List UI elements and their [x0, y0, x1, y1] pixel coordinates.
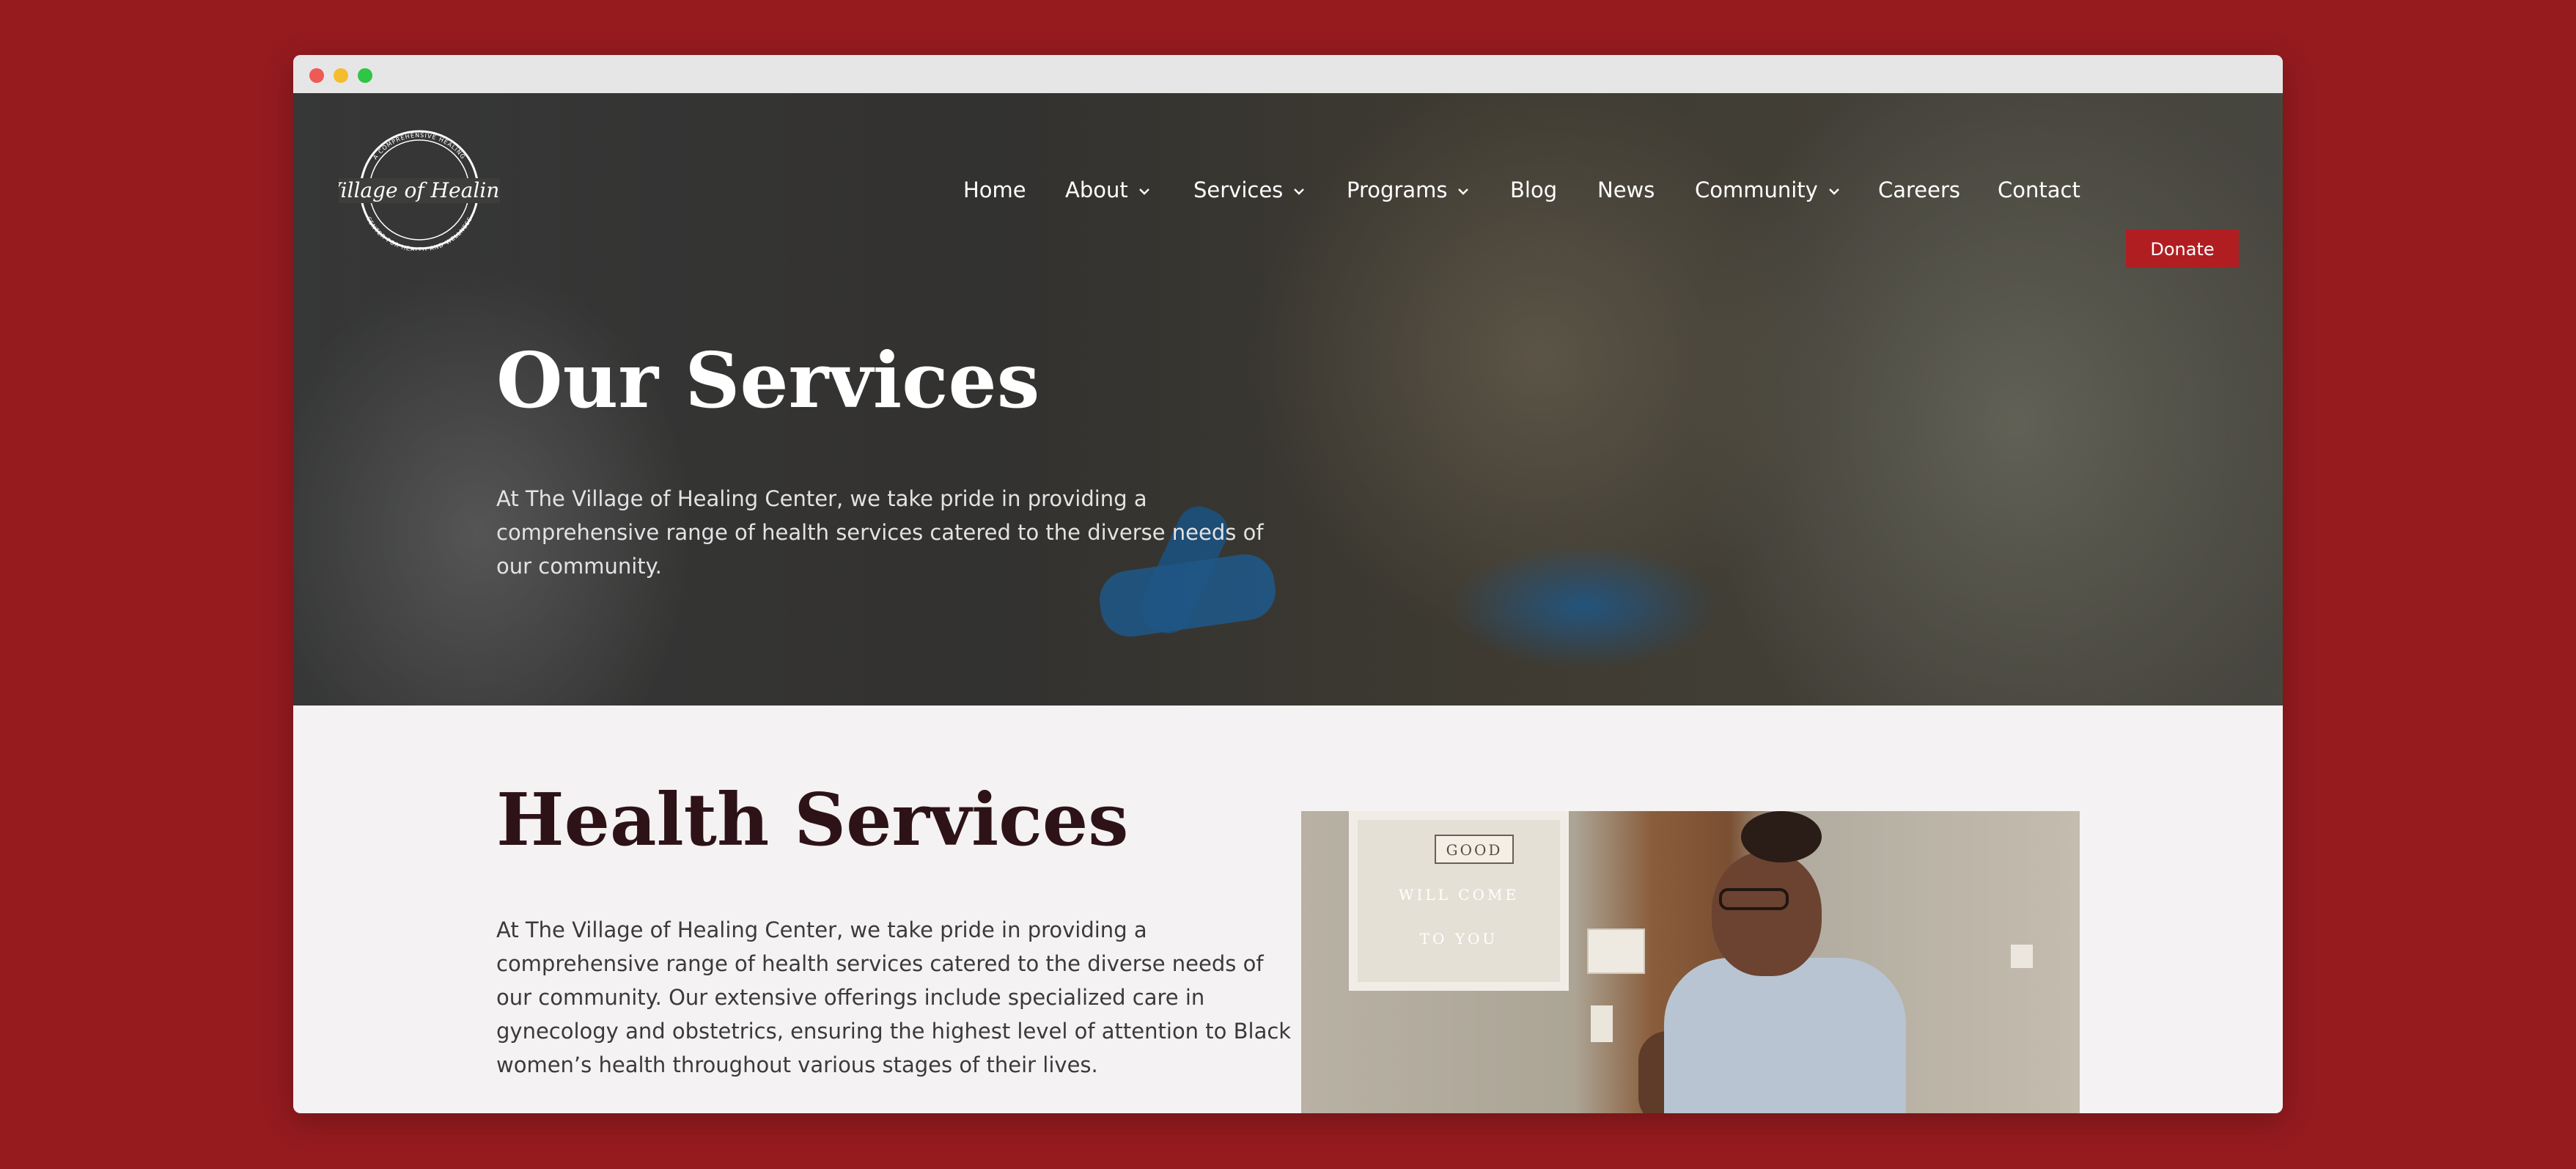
chevron-down-icon — [1138, 188, 1149, 195]
hero-section: A COMPREHENSIVE HEALING CENTER FOR HEALT… — [293, 93, 2283, 706]
close-window-button[interactable] — [309, 68, 324, 83]
nav-blog[interactable]: Blog — [1510, 175, 1557, 205]
wall-outlet — [2011, 945, 2033, 968]
nav-careers[interactable]: Careers — [1878, 175, 1960, 205]
nav-label: Services — [1193, 177, 1284, 202]
nav-news[interactable]: News — [1597, 175, 1655, 205]
sign-line-1: WILL COME — [1398, 886, 1520, 904]
window-titlebar — [293, 55, 2283, 94]
donate-button[interactable]: Donate — [2126, 230, 2239, 268]
main-navigation: Home About Services Programs Blog News C… — [293, 175, 2283, 205]
nav-services[interactable]: Services — [1193, 175, 1305, 205]
maximize-window-button[interactable] — [358, 68, 372, 83]
health-services-photo: GOOD WILL COME TO YOU — [1301, 811, 2080, 1113]
wall-keypad — [1587, 928, 1645, 974]
nav-label: Home — [963, 177, 1026, 202]
health-services-description: At The Village of Healing Center, we tak… — [496, 917, 1292, 1077]
chevron-down-icon — [1458, 188, 1469, 195]
browser-window: A COMPREHENSIVE HEALING CENTER FOR HEALT… — [293, 55, 2283, 1113]
nav-label: News — [1597, 177, 1655, 202]
chevron-down-icon — [1294, 188, 1305, 195]
sign-tag: GOOD — [1435, 835, 1514, 864]
hero-title: Our Services — [496, 335, 1040, 425]
nav-label: Careers — [1878, 177, 1961, 202]
sign-line-2: TO YOU — [1419, 930, 1498, 948]
svg-text:CENTER FOR HEALTH AND WELLNESS: CENTER FOR HEALTH AND WELLNESS — [365, 216, 474, 251]
person-head — [1712, 851, 1822, 976]
nav-label: Blog — [1510, 177, 1558, 202]
nav-label: Programs — [1347, 177, 1448, 202]
nav-label: Contact — [1998, 177, 2080, 202]
minimize-window-button[interactable] — [334, 68, 348, 83]
wall-switch — [1591, 1005, 1613, 1042]
person-glasses — [1719, 888, 1789, 910]
person-shirt — [1664, 958, 1906, 1113]
nav-about[interactable]: About — [1065, 175, 1150, 205]
chevron-down-icon — [1828, 188, 1839, 195]
nav-programs[interactable]: Programs — [1347, 175, 1469, 205]
person-hair — [1741, 811, 1822, 862]
svg-text:A COMPREHENSIVE HEALING: A COMPREHENSIVE HEALING — [372, 132, 466, 161]
logo-ring-top-text: A COMPREHENSIVE HEALING — [372, 132, 465, 161]
nav-home[interactable]: Home — [963, 175, 1026, 205]
health-services-title: Health Services — [496, 778, 1129, 862]
logo-ring-bottom-text: CENTER FOR HEALTH AND WELLNESS — [365, 216, 473, 253]
nav-label: Community — [1695, 177, 1818, 202]
hero-description: At The Village of Healing Center, we tak… — [496, 486, 1264, 579]
nav-label: About — [1065, 177, 1128, 202]
nav-community[interactable]: Community — [1695, 175, 1840, 205]
nav-contact[interactable]: Contact — [1998, 175, 2080, 205]
letter-board-sign: GOOD WILL COME TO YOU — [1349, 811, 1569, 991]
